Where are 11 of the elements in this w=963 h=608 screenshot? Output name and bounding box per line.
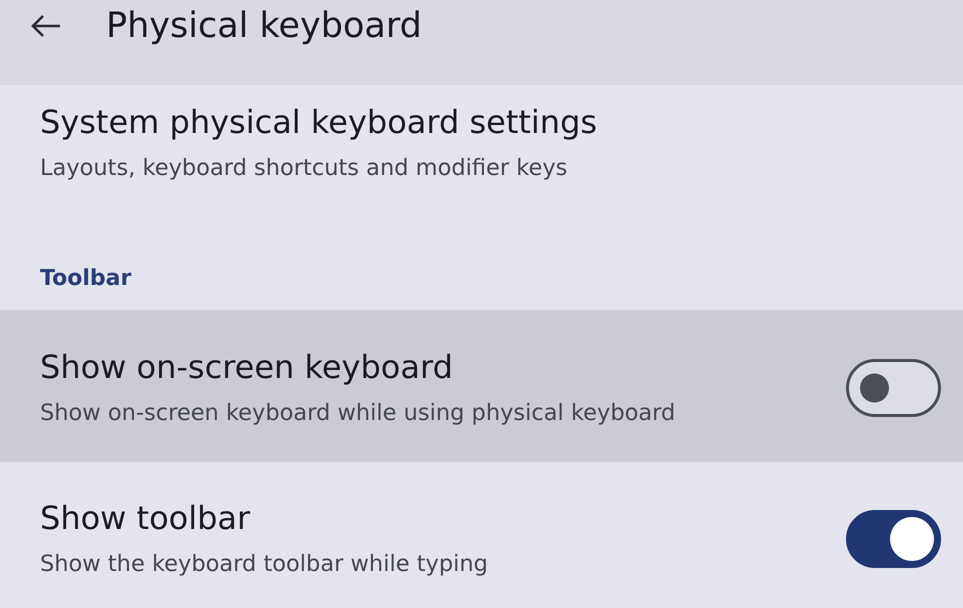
setting-row[interactable]: Show on-screen keyboard Show on-screen keyboard while using physical keyboard — [0, 310, 963, 462]
setting-title: Show on-screen keyboard — [40, 347, 453, 387]
setting-description: Layouts, keyboard shortcuts and modifier keys — [40, 154, 568, 183]
setting-title: Show toolbar — [40, 498, 250, 538]
section-heading: Toolbar — [39, 265, 132, 293]
setting-description: Show on-screen keyboard while using physical keyboard — [40, 399, 676, 428]
page-title: Physical keyboard — [106, 5, 422, 48]
setting-description: Show the keyboard toolbar while typing — [40, 550, 488, 579]
back-arrow-icon — [30, 14, 62, 38]
setting-row[interactable]: Show toolbar Show the keyboard toolbar while typing — [0, 462, 963, 607]
setting-title[interactable]: System physical keyboard settings — [40, 102, 598, 142]
